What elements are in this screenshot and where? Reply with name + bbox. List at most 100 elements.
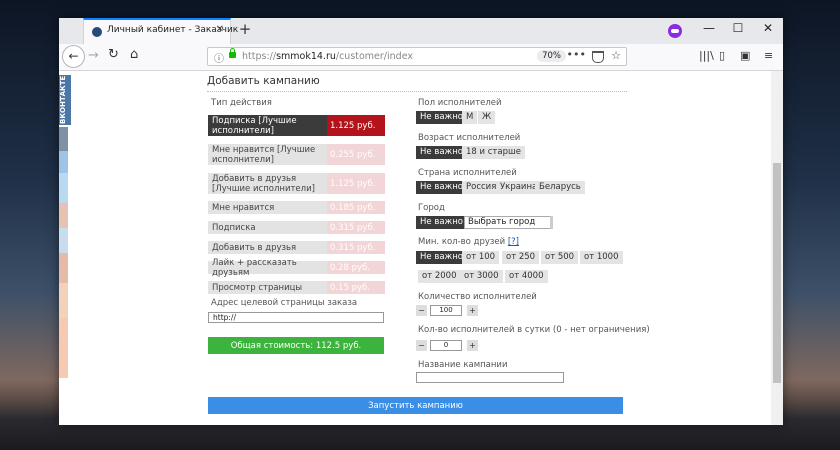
executors-decrement-button[interactable]: −	[416, 305, 427, 316]
private-mask-icon[interactable]	[668, 24, 682, 38]
plan-option-name[interactable]: Подписка	[208, 221, 327, 234]
friends-option-any[interactable]: Не важно	[416, 251, 467, 264]
plan-option-price[interactable]: 0.315 руб.	[327, 221, 385, 234]
navigation-bar: ← → ↻ ⌂ ⓘ https://smmok14.ru/customer/in…	[59, 44, 783, 71]
friends-option-3000[interactable]: от 3000	[460, 270, 503, 283]
url-host: smmok14.ru	[276, 51, 336, 62]
tab-bar: Личный кабинет - Заказчик ✕ + — ☐ ✕	[59, 18, 783, 44]
scrollbar-thumb[interactable]	[773, 163, 781, 383]
daily-count-input[interactable]: 0	[430, 340, 462, 351]
pocket-icon[interactable]	[592, 51, 604, 63]
new-tab-icon[interactable]: +	[235, 20, 255, 38]
library-icon[interactable]: |||\	[699, 49, 714, 62]
social-button[interactable]	[59, 283, 68, 318]
page-content: ВКОНТАКТЕ Добавить кампанию Тип действия…	[59, 71, 771, 425]
hamburger-menu-icon[interactable]: ≡	[764, 49, 773, 62]
minimize-icon[interactable]: —	[696, 21, 722, 35]
plan-option-price[interactable]: 0.15 руб.	[327, 281, 385, 294]
url-prefix: https://	[242, 51, 277, 62]
social-button[interactable]	[59, 173, 68, 203]
extension-icon[interactable]: ▣	[740, 49, 750, 62]
social-button[interactable]	[59, 151, 68, 173]
total-cost-bar: Общая стоимость: 112.5 руб.	[208, 337, 384, 354]
gender-option-any[interactable]: Не важно	[416, 111, 467, 124]
country-label: Страна исполнителей	[418, 168, 517, 178]
city-option-any[interactable]: Не важно	[416, 216, 467, 229]
social-button[interactable]	[59, 203, 68, 228]
age-label: Возраст исполнителей	[418, 133, 521, 143]
browser-window: Личный кабинет - Заказчик ✕ + — ☐ ✕ ← → …	[59, 18, 783, 425]
plan-option-price[interactable]: 0.28 руб.	[327, 261, 385, 274]
social-button[interactable]	[59, 127, 68, 151]
bookmark-star-icon[interactable]: ☆	[611, 49, 621, 62]
address-bar[interactable]: ⓘ https://smmok14.ru/customer/index 70% …	[207, 47, 627, 66]
age-option-18plus[interactable]: 18 и старше	[462, 146, 525, 159]
gender-label: Пол исполнителей	[418, 98, 502, 108]
plan-option-price[interactable]: 1.125 руб.	[327, 173, 385, 194]
url-text[interactable]: https://smmok14.ru/customer/index	[242, 51, 413, 62]
executors-count-input[interactable]: 100	[430, 305, 462, 316]
action-type-label: Тип действия	[211, 98, 272, 108]
social-button[interactable]	[59, 253, 68, 283]
page-actions-icon[interactable]: •••	[567, 48, 586, 61]
campaign-name-input[interactable]	[416, 372, 564, 383]
close-window-icon[interactable]: ✕	[755, 21, 781, 35]
city-select[interactable]: Выбрать город	[464, 216, 553, 229]
vk-label: ВКОНТАКТЕ	[59, 75, 67, 125]
friends-option-250[interactable]: от 250	[502, 251, 540, 264]
plan-option-price[interactable]: 0.185 руб.	[327, 201, 385, 214]
divider	[207, 91, 627, 92]
friends-help-link[interactable]: [?]	[508, 237, 519, 247]
gender-option-female[interactable]: Ж	[478, 111, 496, 124]
plan-option-price[interactable]: 0.255 руб.	[327, 144, 385, 165]
friends-option-500[interactable]: от 500	[541, 251, 579, 264]
social-button[interactable]	[59, 228, 68, 253]
lock-icon[interactable]	[229, 48, 236, 58]
vk-share-button[interactable]: ВКОНТАКТЕ	[59, 75, 71, 125]
plan-option-name[interactable]: Подписка [Лучшие исполнители]	[208, 115, 327, 136]
gender-option-male[interactable]: М	[462, 111, 478, 124]
country-option-russia[interactable]: Россия	[462, 181, 501, 194]
page-title: Добавить кампанию	[207, 75, 320, 87]
browser-tab[interactable]: Личный кабинет - Заказчик ✕	[83, 18, 238, 44]
social-button[interactable]	[59, 318, 68, 378]
target-url-input[interactable]: http://	[208, 312, 384, 323]
plan-option-name[interactable]: Лайк + рассказать друзьям	[208, 258, 327, 278]
maximize-icon[interactable]: ☐	[725, 21, 751, 35]
back-arrow-icon[interactable]: ←	[62, 45, 85, 68]
social-sidebar: ВКОНТАКТЕ	[59, 73, 71, 378]
friends-option-4000[interactable]: от 4000	[505, 270, 548, 283]
friends-option-2000[interactable]: от 2000	[418, 270, 461, 283]
executors-increment-button[interactable]: +	[467, 305, 478, 316]
friends-option-1000[interactable]: от 1000	[580, 251, 623, 264]
site-favicon-icon	[92, 27, 102, 37]
city-label: Город	[418, 203, 445, 213]
friends-option-100[interactable]: от 100	[462, 251, 500, 264]
sidebar-icon[interactable]: ▯	[719, 49, 725, 62]
executors-label: Количество исполнителей	[418, 292, 537, 302]
target-url-label: Адрес целевой страницы заказа	[211, 298, 358, 308]
age-option-any[interactable]: Не важно	[416, 146, 467, 159]
plan-option-name[interactable]: Добавить в друзья [Лучшие исполнители]	[208, 173, 327, 194]
daily-decrement-button[interactable]: −	[416, 340, 427, 351]
forward-arrow-icon[interactable]: →	[88, 48, 99, 63]
home-icon[interactable]: ⌂	[130, 47, 138, 62]
country-option-any[interactable]: Не важно	[416, 181, 467, 194]
plan-option-price[interactable]: 1.125 руб.	[327, 115, 385, 136]
friends-label: Мин. кол-во друзей [?]	[418, 237, 519, 247]
reload-icon[interactable]: ↻	[108, 47, 119, 62]
page-scrollbar[interactable]	[771, 71, 783, 425]
country-option-belarus[interactable]: Беларусь	[535, 181, 585, 194]
friends-label-text: Мин. кол-во друзей	[418, 237, 506, 247]
plan-option-price[interactable]: 0.315 руб.	[327, 241, 385, 254]
plan-option-name[interactable]: Добавить в друзья	[208, 241, 327, 254]
info-icon[interactable]: ⓘ	[214, 50, 224, 65]
launch-campaign-button[interactable]: Запустить кампанию	[208, 397, 623, 414]
close-tab-icon[interactable]: ✕	[216, 24, 224, 35]
daily-increment-button[interactable]: +	[467, 340, 478, 351]
plan-option-name[interactable]: Мне нравится [Лучшие исполнители]	[208, 144, 327, 165]
campaign-form: Добавить кампанию Тип действия Подписка …	[199, 71, 650, 425]
plan-option-name[interactable]: Просмотр страницы	[208, 281, 327, 294]
plan-option-name[interactable]: Мне нравится	[208, 201, 327, 214]
zoom-level[interactable]: 70%	[537, 50, 566, 62]
